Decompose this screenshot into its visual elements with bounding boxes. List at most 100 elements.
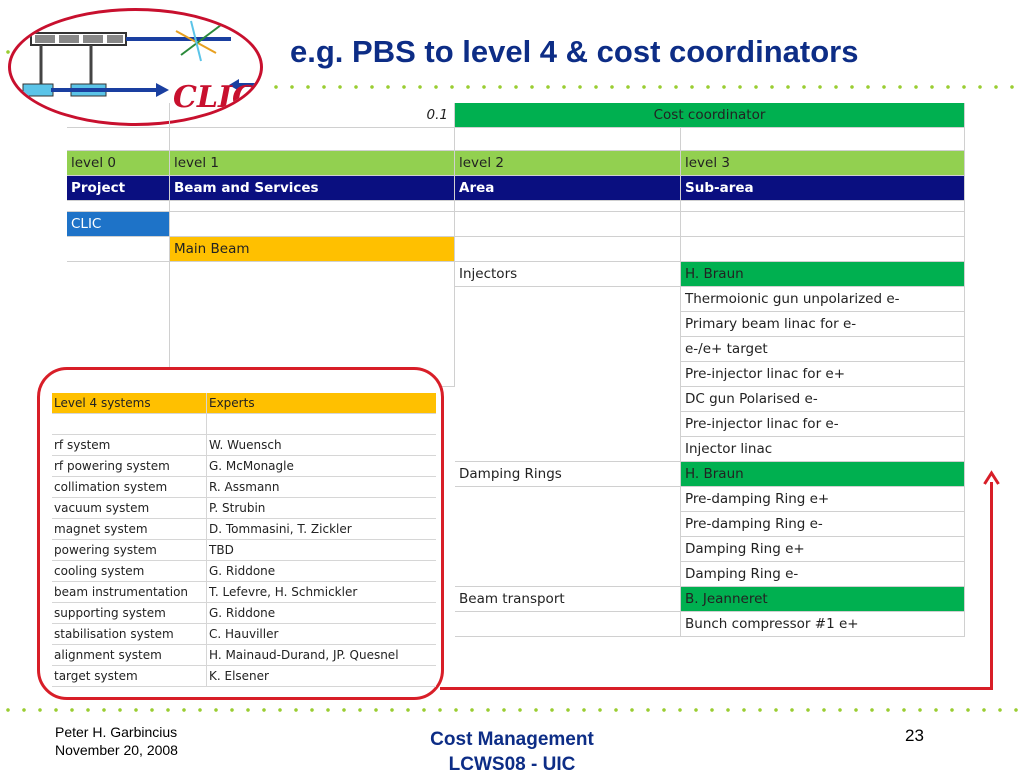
table-row: collimation system R. Assmann (52, 477, 436, 498)
grid-cell (170, 212, 455, 237)
grid-cell (67, 128, 170, 151)
coordinator-cell: H. Braun (681, 462, 965, 487)
expert-name: R. Assmann (209, 480, 280, 494)
cell (52, 414, 207, 434)
subarea-cell: Damping Ring e+ (681, 537, 965, 562)
table-row: alignment system H. Mainaud-Durand, JP. Q… (52, 645, 436, 666)
expert-name: G. Riddone (209, 564, 276, 578)
divider-left (0, 50, 18, 54)
grid-cell (455, 612, 681, 637)
expert-name: K. Elsener (209, 669, 269, 683)
level1-cell: Main Beam (170, 237, 455, 262)
subarea-cell: Damping Ring e- (681, 562, 965, 587)
connector-line-horizontal (440, 687, 993, 690)
cost-coordinator-header: Cost coordinator (455, 103, 965, 128)
system-name: beam instrumentation (52, 582, 207, 602)
divider-top (268, 85, 1024, 89)
column-header: Beam and Services (170, 176, 455, 201)
expert-name: W. Wuensch (209, 438, 282, 452)
area-cell: Injectors (455, 262, 681, 287)
grid-cell (455, 201, 681, 212)
system-name: rf powering system (52, 456, 207, 476)
grid-cell (681, 212, 965, 237)
footer-author-block: Peter H. Garbincius November 20, 2008 (55, 723, 178, 759)
level-label: level 2 (455, 151, 681, 176)
subarea-cell: Pre-injector linac for e+ (681, 362, 965, 387)
system-name: vacuum system (52, 498, 207, 518)
expert-name: P. Strubin (209, 501, 266, 515)
grid-cell (170, 201, 455, 212)
project-cell: CLIC (67, 212, 170, 237)
level4-header-row: Level 4 systems Experts (52, 393, 436, 414)
expert-name: G. Riddone (209, 606, 276, 620)
system-name: cooling system (52, 561, 207, 581)
table-row (52, 414, 436, 435)
level-label: level 0 (67, 151, 170, 176)
arrow-up-icon (983, 470, 1000, 485)
coordinator-cell: B. Jeanneret (681, 587, 965, 612)
system-name: target system (52, 666, 207, 686)
table-row: supporting system G. Riddone (52, 603, 436, 624)
grid-cell (455, 487, 681, 587)
level4-header-systems: Level 4 systems (52, 393, 207, 413)
table-row: rf powering system G. McMonagle (52, 456, 436, 477)
coordinator-cell: H. Braun (681, 262, 965, 287)
expert-name: T. Lefevre, H. Schmickler (209, 585, 358, 599)
connector-line-vertical (990, 482, 993, 690)
footer-date: November 20, 2008 (55, 742, 178, 758)
grid-cell (170, 128, 455, 151)
grid-cell (455, 237, 681, 262)
table-row: target system K. Elsener (52, 666, 436, 687)
page-number: 23 (905, 726, 924, 745)
grid-cell (681, 128, 965, 151)
table-row: rf system W. Wuensch (52, 435, 436, 456)
divider-bottom (0, 708, 1024, 712)
system-name: collimation system (52, 477, 207, 497)
system-name: stabilisation system (52, 624, 207, 644)
expert-name: H. Mainaud-Durand, JP. Quesnel (209, 648, 399, 662)
grid-cell (681, 201, 965, 212)
grid-cell (67, 201, 170, 212)
system-name: rf system (52, 435, 207, 455)
expert-name: C. Hauviller (209, 627, 279, 641)
level-label: level 1 (170, 151, 455, 176)
table-row: beam instrumentation T. Lefevre, H. Schmi… (52, 582, 436, 603)
system-name: alignment system (52, 645, 207, 665)
grid-cell (455, 287, 681, 462)
subarea-cell: Primary beam linac for e- (681, 312, 965, 337)
cell (207, 414, 436, 434)
system-name: supporting system (52, 603, 207, 623)
subarea-cell: Thermoionic gun unpolarized e- (681, 287, 965, 312)
table-row: vacuum system P. Strubin (52, 498, 436, 519)
system-name: powering system (52, 540, 207, 560)
expert-name: TBD (209, 543, 234, 557)
column-header: Project (67, 176, 170, 201)
grid-cell (455, 128, 681, 151)
subarea-cell: e-/e+ target (681, 337, 965, 362)
grid-cell (455, 212, 681, 237)
subarea-cell: Bunch compressor #1 e+ (681, 612, 965, 637)
area-cell: Damping Rings (455, 462, 681, 487)
system-name: magnet system (52, 519, 207, 539)
table-row: stabilisation system C. Hauviller (52, 624, 436, 645)
table-row: powering system TBD (52, 540, 436, 561)
subarea-cell: Pre-injector linac for e- (681, 412, 965, 437)
footer-title: Cost Management (430, 729, 594, 750)
subarea-cell: DC gun Polarised e- (681, 387, 965, 412)
footer-subtitle: LCWS08 - UIC (448, 754, 576, 775)
level4-table: Level 4 systems Experts rf system W. Wuen… (52, 393, 436, 687)
top-value: 0.1 (170, 103, 455, 128)
table-row: magnet system D. Tommasini, T. Zickler (52, 519, 436, 540)
subarea-cell: Pre-damping Ring e- (681, 512, 965, 537)
table-row: cooling system G. Riddone (52, 561, 436, 582)
slide-title: e.g. PBS to level 4 & cost coordinators (290, 34, 859, 69)
grid-cell (681, 237, 965, 262)
grid-cell (67, 103, 170, 128)
subarea-cell: Injector linac (681, 437, 965, 462)
area-cell: Beam transport (455, 587, 681, 612)
level-label: level 3 (681, 151, 965, 176)
column-header: Area (455, 176, 681, 201)
expert-name: D. Tommasini, T. Zickler (209, 522, 352, 536)
footer-author: Peter H. Garbincius (55, 724, 178, 740)
column-header: Sub-area (681, 176, 965, 201)
